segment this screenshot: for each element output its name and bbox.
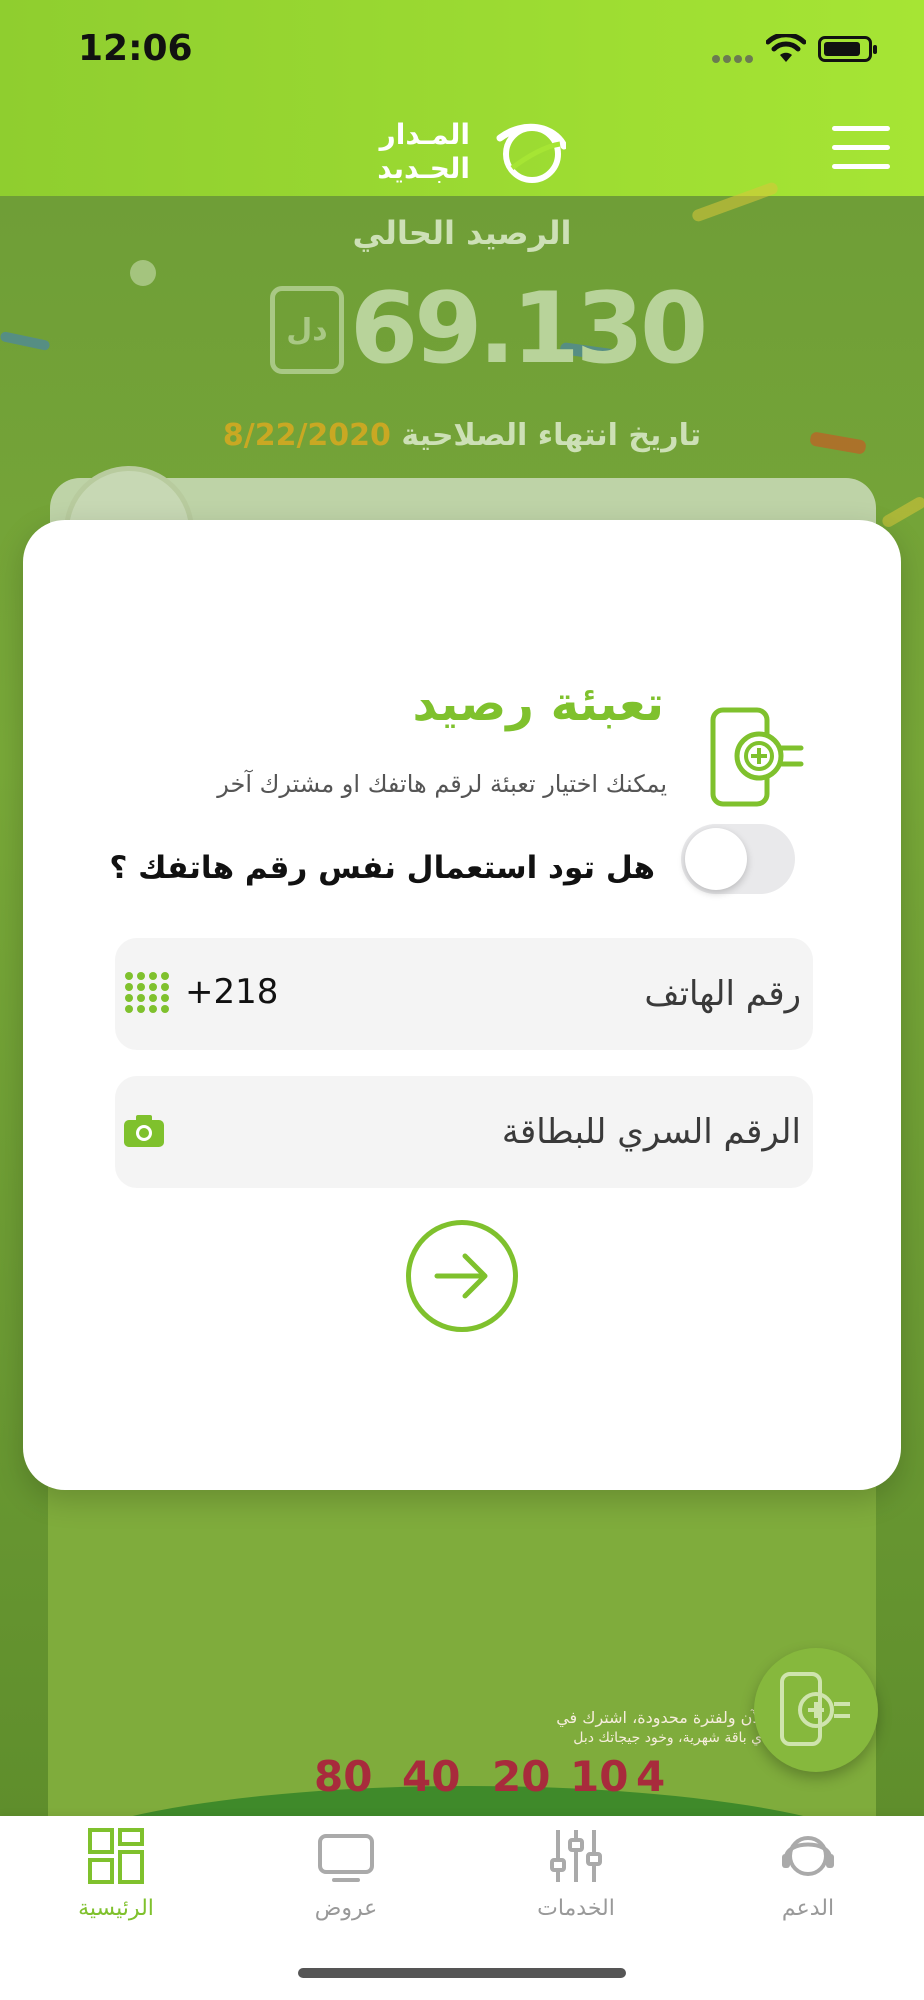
currency-badge: دل (270, 286, 344, 374)
promo-package: 20 (492, 1752, 551, 1801)
modal-title: تعبئة رصيد (412, 676, 664, 732)
tv-icon (318, 1834, 374, 1882)
tab-label: الرئيسية (78, 1896, 154, 1921)
phone-input[interactable]: رقم الهاتف (644, 974, 801, 1014)
promo-package: 40 (402, 1752, 461, 1801)
balance-value: 69.130 (350, 272, 708, 386)
recharge-icon (780, 1672, 850, 1746)
expiry-line: 8/22/2020 تاريخ انتهاء الصلاحية (0, 418, 924, 453)
promo-package: 10 (570, 1752, 629, 1801)
recharge-icon (710, 707, 804, 807)
tab-label: الدعم (781, 1896, 835, 1921)
wifi-icon (766, 34, 806, 62)
logo-line2: الجـديد (377, 152, 470, 185)
toggle-knob (685, 828, 747, 890)
promo-line1: الآن ولفترة محدودة، اشترك في (556, 1708, 766, 1727)
tab-services[interactable]: الخدمات (476, 1826, 676, 1921)
balance-display: دل 69.130 (268, 272, 708, 386)
expiry-date: 8/22/2020 (222, 418, 391, 453)
tab-support[interactable]: الدعم (708, 1826, 908, 1921)
app-header: المـدار الجـديد (0, 100, 924, 196)
arrow-right-icon (434, 1253, 488, 1299)
status-time: 12:06 (78, 28, 193, 69)
promo-package: 80 (314, 1752, 373, 1801)
headset-icon (782, 1836, 834, 1876)
signal-icon (712, 48, 756, 63)
logo: المـدار الجـديد (366, 110, 566, 190)
pin-input[interactable]: الرقم السري للبطاقة (502, 1112, 801, 1152)
camera-icon[interactable] (123, 1114, 165, 1148)
submit-arrow-button[interactable] (406, 1220, 518, 1332)
toggle-question: هل تود استعمال نفس رقم هاتفك ؟ (109, 850, 655, 886)
balance-label: الرصيد الحالي (352, 214, 572, 252)
keypad-icon[interactable] (125, 972, 169, 1014)
recharge-fab-button[interactable] (754, 1648, 878, 1772)
promo-line2: أي باقة شهرية، وخود جيجاتك دبل (573, 1730, 766, 1746)
recharge-modal: تعبئة رصيد يمكنك اختيار تعبئة لرقم هاتفك… (23, 520, 901, 1490)
pin-field[interactable]: الرقم السري للبطاقة (115, 1076, 813, 1188)
menu-button[interactable] (832, 126, 890, 170)
promo-package: 4 (636, 1752, 666, 1801)
phone-field[interactable]: +218 رقم الهاتف (115, 938, 813, 1050)
logo-line1: المـدار (379, 118, 470, 151)
grid-icon (88, 1828, 144, 1884)
tab-label: الخدمات (537, 1896, 615, 1921)
phone-prefix: +218 (185, 972, 279, 1012)
expiry-label: تاريخ انتهاء الصلاحية (401, 418, 702, 453)
modal-subtitle: يمكنك اختيار تعبئة لرقم هاتفك او مشترك آ… (217, 770, 667, 798)
same-number-toggle[interactable] (681, 824, 795, 894)
sliders-icon (550, 1830, 602, 1882)
battery-icon (818, 36, 877, 62)
tab-label: عروض (314, 1896, 378, 1921)
home-indicator (298, 1968, 626, 1978)
tab-home[interactable]: الرئيسية (16, 1826, 216, 1921)
tab-offers[interactable]: عروض (246, 1826, 446, 1921)
status-bar: 12:06 (0, 0, 924, 100)
logo-globe-icon (496, 123, 566, 183)
